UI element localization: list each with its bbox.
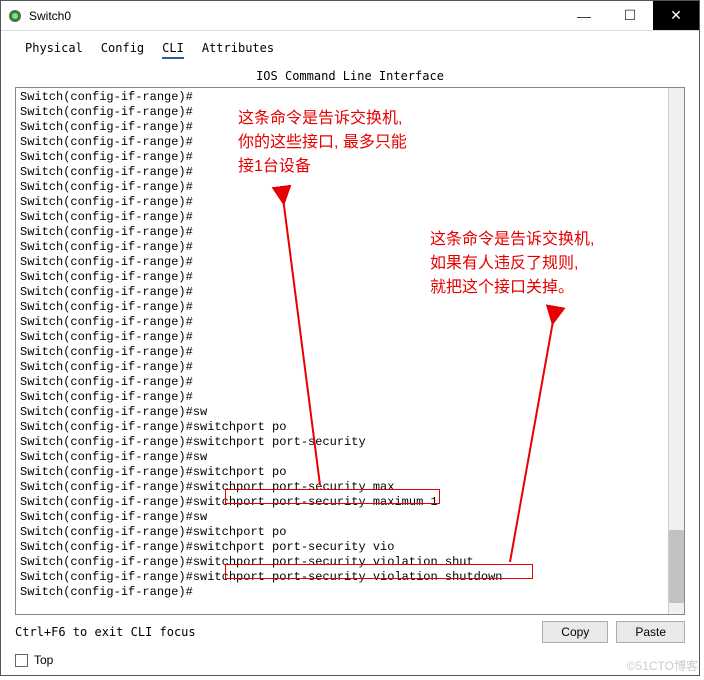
cli-line: Switch(config-if-range)# (20, 135, 664, 150)
minimize-button[interactable]: — (561, 1, 607, 30)
cli-line: Switch(config-if-range)# (20, 180, 664, 195)
maximize-button[interactable]: ☐ (607, 1, 653, 30)
app-icon (7, 8, 23, 24)
cli-line: Switch(config-if-range)# (20, 105, 664, 120)
tab-attributes[interactable]: Attributes (202, 41, 274, 59)
copy-button[interactable]: Copy (542, 621, 608, 643)
close-button[interactable]: ✕ (653, 1, 699, 30)
cli-line: Switch(config-if-range)# (20, 330, 664, 345)
window-title: Switch0 (29, 9, 71, 23)
app-window: Switch0 — ☐ ✕ Physical Config CLI Attrib… (0, 0, 700, 676)
cli-line: Switch(config-if-range)#switchport port-… (20, 540, 664, 555)
cli-line: Switch(config-if-range)# (20, 225, 664, 240)
tab-config[interactable]: Config (101, 41, 144, 59)
cli-scrollbar-thumb[interactable] (669, 530, 684, 604)
cli-line: Switch(config-if-range)#switchport port-… (20, 495, 664, 510)
cli-line: Switch(config-if-range)# (20, 300, 664, 315)
cli-line: Switch(config-if-range)#switchport po (20, 420, 664, 435)
cli-line: Switch(config-if-range)#switchport port-… (20, 435, 664, 450)
cli-line: Switch(config-if-range)#switchport po (20, 465, 664, 480)
cli-line: Switch(config-if-range)# (20, 210, 664, 225)
cli-line: Switch(config-if-range)# (20, 240, 664, 255)
cli-line: Switch(config-if-range)#sw (20, 405, 664, 420)
top-checkbox[interactable] (15, 654, 28, 667)
window-controls: — ☐ ✕ (561, 1, 699, 30)
cli-line: Switch(config-if-range)# (20, 315, 664, 330)
paste-button[interactable]: Paste (616, 621, 685, 643)
cli-line: Switch(config-if-range)# (20, 150, 664, 165)
cli-line: Switch(config-if-range)#sw (20, 450, 664, 465)
cli-line: Switch(config-if-range)#switchport port-… (20, 555, 664, 570)
cli-line: Switch(config-if-range)# (20, 120, 664, 135)
cli-line: Switch(config-if-range)# (20, 285, 664, 300)
tabs: Physical Config CLI Attributes (15, 41, 685, 59)
cli-line: Switch(config-if-range)# (20, 165, 664, 180)
cli-line: Switch(config-if-range)# (20, 375, 664, 390)
titlebar-left: Switch0 (1, 8, 71, 24)
cli-terminal[interactable]: Switch(config-if-range)#Switch(config-if… (15, 87, 685, 615)
cli-line: Switch(config-if-range)#switchport po (20, 525, 664, 540)
cli-scrollbar[interactable] (668, 88, 684, 614)
cli-output: Switch(config-if-range)#Switch(config-if… (16, 88, 668, 614)
tab-cli[interactable]: CLI (162, 41, 184, 59)
cli-subtitle: IOS Command Line Interface (15, 69, 685, 83)
cli-line: Switch(config-if-range)# (20, 345, 664, 360)
tab-physical[interactable]: Physical (25, 41, 83, 59)
titlebar: Switch0 — ☐ ✕ (1, 1, 699, 31)
cli-buttons: Copy Paste (542, 621, 685, 643)
top-label: Top (34, 653, 53, 667)
cli-hint: Ctrl+F6 to exit CLI focus (15, 625, 196, 639)
cli-line: Switch(config-if-range)# (20, 195, 664, 210)
cli-line: Switch(config-if-range)# (20, 585, 664, 600)
cli-line: Switch(config-if-range)#sw (20, 510, 664, 525)
hint-row: Ctrl+F6 to exit CLI focus Copy Paste (15, 621, 685, 643)
content-area: Physical Config CLI Attributes IOS Comma… (1, 31, 699, 675)
watermark: ©51CTO博客 (627, 657, 698, 674)
cli-line: Switch(config-if-range)# (20, 255, 664, 270)
cli-line: Switch(config-if-range)# (20, 90, 664, 105)
cli-line: Switch(config-if-range)# (20, 270, 664, 285)
cli-line: Switch(config-if-range)#switchport port-… (20, 570, 664, 585)
cli-line: Switch(config-if-range)# (20, 390, 664, 405)
cli-line: Switch(config-if-range)# (20, 360, 664, 375)
cli-line: Switch(config-if-range)#switchport port-… (20, 480, 664, 495)
footer-row: Top (15, 653, 685, 667)
